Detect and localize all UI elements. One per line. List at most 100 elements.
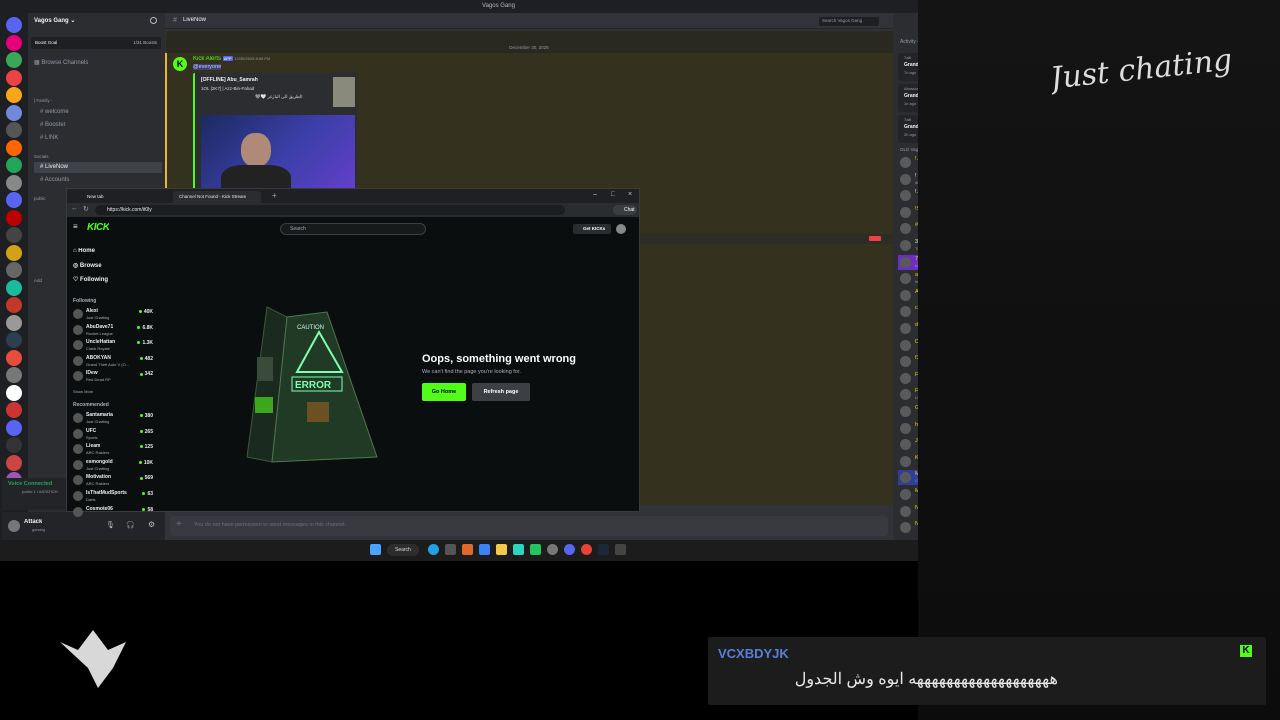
server-icon[interactable]	[6, 367, 22, 383]
server-icon[interactable]	[6, 69, 22, 86]
app-icon[interactable]	[445, 544, 456, 555]
server-icon[interactable]	[6, 52, 22, 68]
server-icon[interactable]	[6, 209, 22, 226]
edge-icon[interactable]	[428, 544, 439, 555]
voice-channel-name[interactable]: public 1 / #ATATICH	[22, 489, 58, 494]
channel-category: Sports	[86, 434, 98, 440]
tab[interactable]: New tab	[81, 191, 169, 203]
extra-app-icon[interactable]	[615, 544, 626, 555]
channel-list-item[interactable]: IDew Red Dead RP 342	[73, 369, 153, 384]
channel-list-item[interactable]: Motivation ARC Raiders 569	[73, 473, 153, 488]
refresh-page-button[interactable]: Refresh page	[472, 383, 530, 401]
server-icon[interactable]	[6, 262, 22, 278]
chat-button[interactable]: Chat	[613, 205, 637, 215]
nav-home[interactable]: ⌂ Home	[73, 248, 95, 254]
teal-app-icon[interactable]	[513, 544, 524, 555]
server-icon[interactable]	[6, 314, 22, 331]
headphones-icon[interactable]: 🎧	[126, 521, 135, 529]
server-icon[interactable]	[6, 227, 22, 243]
browser-close[interactable]: ×	[628, 191, 632, 198]
steam-icon[interactable]	[598, 544, 609, 555]
overlay-panel	[918, 0, 1280, 720]
profile-avatar[interactable]	[616, 224, 626, 234]
kick-logo[interactable]: KICK	[87, 222, 109, 233]
channel-list-item[interactable]: ABOKYAN Grand Theft Auto V (O... 482	[73, 354, 153, 369]
menu-icon[interactable]: ≡	[73, 222, 78, 231]
get-kicks-button[interactable]: Get KICKs	[573, 224, 611, 234]
embed-title[interactable]: [OFFLINE] Abu_Samrah	[201, 77, 258, 83]
server-icon[interactable]	[6, 157, 22, 173]
gear-icon[interactable]: ⚙	[148, 520, 155, 529]
taskbar-search[interactable]: Search	[387, 544, 419, 556]
discord-icon[interactable]	[564, 544, 575, 555]
kick-alerts-avatar[interactable]: K	[173, 57, 187, 71]
search-input[interactable]: Search Vagos Gang	[819, 17, 879, 26]
channel-list-item[interactable]: UncleHattan Clash Royale 1.3K	[73, 338, 153, 353]
server-icon[interactable]	[6, 244, 22, 261]
channel-list-item[interactable]: esmongold Just Chatting 10K	[73, 458, 153, 473]
nav-following[interactable]: ♡ Following	[73, 276, 108, 283]
mic-icon[interactable]: 🎙	[106, 521, 115, 529]
reload-icon[interactable]: ↻	[83, 205, 89, 213]
new-tab-button[interactable]: +	[272, 191, 277, 200]
green-app-icon[interactable]	[530, 544, 541, 555]
back-icon[interactable]: ←	[71, 205, 78, 212]
server-icon[interactable]	[6, 332, 22, 348]
url-field[interactable]: https://kick.com/it0ly	[95, 205, 565, 215]
server-icon[interactable]	[6, 174, 22, 191]
channel-item[interactable]: # L!NK	[34, 133, 162, 144]
browse-channels[interactable]: ▦ Browse Channels	[34, 59, 88, 66]
chrome-icon[interactable]	[581, 544, 592, 555]
browser-minimize[interactable]: –	[593, 191, 597, 198]
kick-search-input[interactable]: Search	[280, 223, 426, 235]
steam-like-icon[interactable]	[547, 544, 558, 555]
store-icon[interactable]	[479, 544, 490, 555]
server-icon[interactable]	[6, 297, 22, 313]
channel-list-item[interactable]: Lieam ARC Raiders 125	[73, 442, 153, 457]
server-icon[interactable]	[6, 279, 22, 296]
channel-category[interactable]: Socials	[34, 151, 162, 162]
browser-window: New tab Channel Not Found - Kick Stream +…	[66, 188, 640, 517]
server-icon[interactable]	[6, 402, 22, 418]
server-icon[interactable]	[6, 454, 22, 471]
server-icon[interactable]	[6, 122, 22, 138]
server-icon[interactable]	[6, 104, 22, 121]
folder-icon[interactable]	[496, 544, 507, 555]
start-icon[interactable]	[370, 544, 381, 555]
server-icon[interactable]	[6, 139, 22, 156]
channel-list-item[interactable]: Santamaria Just Chatting 380	[73, 411, 153, 426]
message-author[interactable]: Kick Alerts APP 12/30/2025 8:55 PM	[193, 56, 270, 62]
channel-list-item[interactable]: Alexi Just Chatting 40K	[73, 307, 153, 322]
server-icon[interactable]	[6, 419, 22, 436]
channel-list-item[interactable]: UFC Sports 265	[73, 427, 153, 442]
channel-list-item[interactable]: AbuDave71 Rocket League 6.8K	[73, 323, 153, 338]
tab[interactable]: Channel Not Found - Kick Stream	[173, 191, 261, 203]
browser-maximize[interactable]: □	[611, 191, 615, 198]
orange-app-icon[interactable]	[462, 544, 473, 555]
server-icon[interactable]	[6, 34, 22, 51]
server-icon[interactable]	[6, 437, 22, 453]
channel-list-item[interactable]: Cosmote06 58	[73, 505, 153, 520]
avatar[interactable]	[8, 520, 20, 532]
everyone-mention[interactable]: @everyone	[193, 64, 222, 70]
server-icon[interactable]	[6, 384, 22, 401]
server-icon[interactable]	[6, 192, 22, 208]
channel-category[interactable]: | Family -	[34, 95, 162, 106]
nav-browse[interactable]: ◎ Browse	[73, 262, 102, 269]
channel-item[interactable]: # Accounts	[34, 175, 162, 186]
channel-item[interactable]: # Booster	[34, 120, 162, 131]
avatar	[900, 256, 911, 268]
show-more-link[interactable]: Show More	[73, 389, 93, 394]
boost-goal-bar[interactable]: Boost Goal 1/31 Boosts	[31, 37, 161, 49]
server-icon[interactable]	[6, 349, 22, 366]
message-input[interactable]: + You do not have permission to send mes…	[170, 516, 888, 536]
channel-item[interactable]: # LiveNow	[34, 162, 162, 173]
server-name[interactable]: Vagos Gang ⌄	[34, 17, 75, 24]
channel-category: Just Chatting	[86, 465, 110, 471]
server-icon[interactable]	[6, 17, 22, 33]
server-icon[interactable]	[6, 87, 22, 103]
go-home-button[interactable]: Go Home	[422, 383, 466, 401]
channel-item[interactable]: # welcome	[34, 107, 162, 118]
invite-icon[interactable]	[150, 17, 157, 24]
channel-list-item[interactable]: IsThatMudSports Darts 63	[73, 489, 153, 504]
